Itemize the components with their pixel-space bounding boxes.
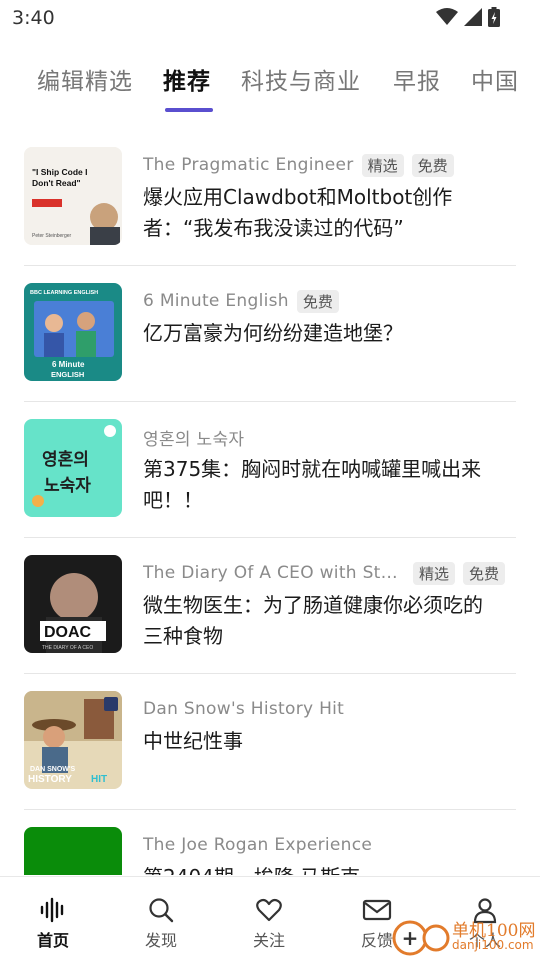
cover-text: THE DIARY OF A CEO [42, 645, 93, 651]
episode-meta: 영혼의 노숙자 [143, 425, 516, 450]
podcast-name: 6 Minute English [143, 291, 289, 311]
episode-title[interactable]: 第375集：胸闷时就在呐喊罐里喊出来吧！！ [143, 454, 494, 516]
episode-title[interactable]: 中世纪性事 [143, 726, 494, 757]
episode-meta: 6 Minute English 免费 [143, 289, 516, 313]
podcast-cover: "I Ship Code I Don't Read" Peter Steinbe… [24, 147, 122, 245]
watermark-url: danji100.com [452, 938, 534, 952]
cover-text: HIT [91, 774, 107, 785]
tab-editors-picks[interactable]: 编辑精选 [37, 62, 133, 96]
cover-text: HISTORY [28, 774, 72, 785]
site-watermark: + 单机100网 danji100.com [390, 912, 540, 960]
tab-tech-business[interactable]: 科技与商业 [241, 62, 361, 96]
cover-text: Peter Steinberger [32, 233, 72, 239]
podcast-cover: BBC LEARNING ENGLISH 6 Minute ENGLISH [24, 283, 122, 381]
mail-icon [362, 899, 392, 921]
episode-item[interactable]: The Joe Rogan Experience 第2404期 - 埃隆·马斯克 [24, 810, 516, 875]
podcast-cover [24, 827, 122, 875]
tab-morning-news[interactable]: 早报 [393, 62, 441, 96]
cover-text: Don't Read" [32, 178, 81, 188]
episode-meta: The Diary Of A CEO with Ste… 精选 免费 [143, 561, 516, 585]
featured-badge: 精选 [413, 561, 456, 585]
episode-item[interactable]: DAN SNOW'S HISTORY HIT Dan Snow's Histor… [24, 674, 516, 810]
episode-title[interactable]: 爆火应用Clawdbot和Moltbot创作者：“我发布我没读过的代码” [143, 182, 494, 244]
free-badge: 免费 [463, 561, 506, 585]
episode-item[interactable]: "I Ship Code I Don't Read" Peter Steinbe… [24, 130, 516, 266]
episode-meta: The Pragmatic Engineer 精选 免费 [143, 153, 516, 177]
tab-china[interactable]: 中国 [471, 62, 519, 96]
battery-icon [488, 7, 500, 27]
active-tab-indicator [165, 108, 213, 112]
podcast-cover: 영혼의 노숙자 [24, 419, 122, 517]
nav-discover-label: 发现 [144, 931, 177, 950]
wifi-icon [436, 8, 458, 25]
episode-title[interactable]: 第2404期 - 埃隆·马斯克 [143, 862, 494, 875]
podcast-name: The Joe Rogan Experience [143, 835, 373, 855]
svg-text:+: + [402, 926, 419, 950]
search-icon [149, 898, 174, 923]
cover-text: ENGLISH [51, 370, 84, 379]
cover-text: 노숙자 [44, 476, 91, 496]
podcast-cover: DOAC THE DIARY OF A CEO [24, 555, 122, 653]
episode-item[interactable]: BBC LEARNING ENGLISH 6 Minute ENGLISH 6 … [24, 266, 516, 402]
episode-feed[interactable]: "I Ship Code I Don't Read" Peter Steinbe… [0, 130, 540, 875]
cover-text: "I Ship Code I [32, 167, 88, 177]
status-icons [436, 7, 500, 27]
featured-badge: 精选 [361, 153, 404, 177]
podcast-name: Dan Snow's History Hit [143, 699, 345, 719]
episode-meta: Dan Snow's History Hit [143, 697, 516, 721]
cover-text: 영혼의 [42, 449, 89, 470]
podcast-name: 영혼의 노숙자 [143, 429, 245, 450]
signal-icon [464, 8, 482, 26]
free-badge: 免费 [296, 289, 339, 313]
status-bar: 3:40 [0, 0, 540, 36]
watermark-logo-icon: + [392, 920, 450, 956]
waveform-icon [40, 897, 64, 923]
podcast-cover: DAN SNOW'S HISTORY HIT [24, 691, 122, 789]
podcast-name: The Pragmatic Engineer [143, 155, 354, 175]
free-badge: 免费 [411, 153, 454, 177]
episode-meta: The Joe Rogan Experience [143, 833, 516, 857]
tab-recommended[interactable]: 推荐 [163, 62, 211, 96]
episode-title[interactable]: 微生物医生：为了肠道健康你必须吃的三种食物 [143, 590, 494, 652]
episode-item[interactable]: DOAC THE DIARY OF A CEO The Diary Of A C… [24, 538, 516, 674]
nav-following[interactable]: 关注 [234, 895, 304, 951]
cover-text: DOAC [44, 624, 92, 641]
heart-icon [256, 898, 282, 922]
cover-text: BBC LEARNING ENGLISH [30, 290, 98, 296]
episode-item[interactable]: 영혼의 노숙자 영혼의 노숙자 第375集：胸闷时就在呐喊罐里喊出来吧！！ [24, 402, 516, 538]
nav-home[interactable]: 首页 [18, 895, 88, 951]
episode-title[interactable]: 亿万富豪为何纷纷建造地堡？ [143, 318, 494, 349]
cover-text: DAN SNOW'S [30, 766, 76, 773]
nav-home-label: 首页 [36, 931, 69, 950]
nav-following-label: 关注 [252, 931, 285, 950]
category-tabs: 编辑精选 推荐 科技与商业 早报 中国 [0, 62, 540, 112]
cover-text: 6 Minute [52, 360, 85, 369]
status-time: 3:40 [12, 7, 55, 29]
nav-discover[interactable]: 发现 [126, 895, 196, 951]
podcast-name: The Diary Of A CEO with Ste… [143, 563, 405, 583]
